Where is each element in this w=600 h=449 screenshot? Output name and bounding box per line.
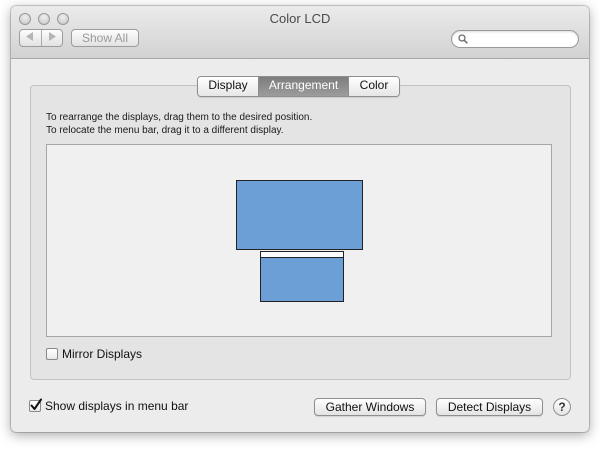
search-field[interactable]	[451, 30, 579, 48]
forward-button[interactable]	[40, 30, 63, 46]
back-forward-buttons	[19, 29, 63, 47]
display-arrangement-area	[46, 144, 552, 337]
show-displays-row: Show displays in menu bar	[29, 398, 189, 413]
show-displays-checkbox[interactable]	[29, 398, 42, 412]
preferences-window: Color LCD Show All Display Arrangement C…	[11, 6, 589, 432]
tab-bar: Display Arrangement Color	[197, 76, 400, 97]
mirror-displays-row: Mirror Displays	[46, 347, 142, 361]
triangle-left-icon	[26, 32, 34, 41]
search-icon	[458, 34, 468, 44]
instruction-line-rearrange: To rearrange the displays, drag them to …	[46, 112, 313, 123]
instructions: To rearrange the displays, drag them to …	[46, 111, 312, 137]
detect-displays-button[interactable]: Detect Displays	[436, 398, 543, 416]
gather-windows-button[interactable]: Gather Windows	[314, 398, 426, 416]
mirror-displays-label: Mirror Displays	[62, 347, 143, 361]
triangle-right-icon	[48, 32, 56, 41]
primary-display[interactable]	[260, 251, 344, 302]
back-button[interactable]	[20, 30, 41, 46]
menu-bar-indicator[interactable]	[261, 252, 343, 258]
tab-color[interactable]: Color	[348, 77, 399, 96]
window-title: Color LCD	[269, 11, 331, 26]
checkmark-icon	[30, 398, 42, 410]
show-all-button[interactable]: Show All	[71, 29, 139, 47]
tab-arrangement[interactable]: Arrangement	[258, 77, 348, 96]
help-button[interactable]: ?	[553, 398, 571, 416]
title-toolbar: Color LCD Show All	[11, 6, 589, 59]
instruction-line-menubar: To relocate the menu bar, drag it to a d…	[46, 125, 284, 136]
secondary-display[interactable]	[236, 180, 363, 250]
tab-display[interactable]: Display	[198, 77, 258, 96]
mirror-displays-checkbox[interactable]	[46, 348, 58, 360]
search-input[interactable]	[470, 32, 570, 46]
show-displays-label: Show displays in menu bar	[45, 399, 189, 413]
